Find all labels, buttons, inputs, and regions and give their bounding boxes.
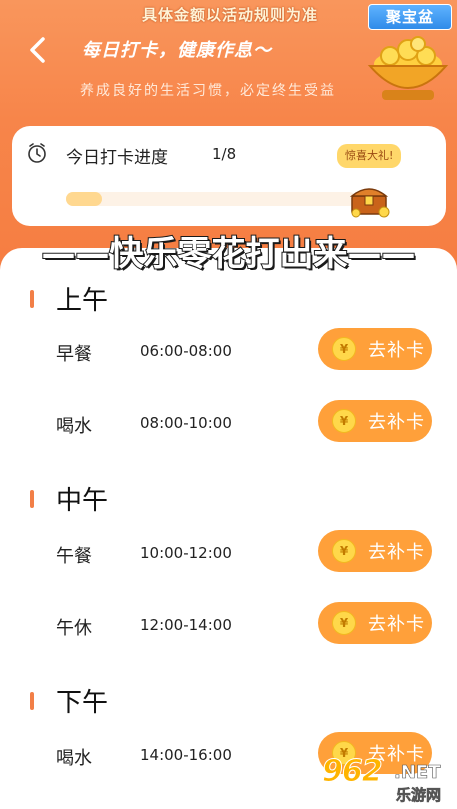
progress-track <box>66 192 356 206</box>
coin-icon: ¥ <box>332 409 356 433</box>
coin-icon: ¥ <box>332 611 356 635</box>
schedule-row: 早餐 06:00-08:00 ¥ 去补卡 <box>0 328 457 374</box>
section-title: 上午 <box>56 286 109 316</box>
watermark-number: 962 <box>322 754 384 790</box>
schedule-row: 午休 12:00-14:00 ¥ 去补卡 <box>0 602 457 648</box>
checkin-progress-card: 今日打卡进度 1/8 惊喜大礼! <box>12 126 446 226</box>
row-time: 12:00-14:00 <box>140 616 232 634</box>
row-name: 喝水 <box>56 748 92 769</box>
back-button[interactable] <box>22 34 54 66</box>
row-name: 午休 <box>56 618 92 639</box>
makeup-checkin-button[interactable]: ¥ 去补卡 <box>318 530 432 572</box>
section-accent-bar <box>30 489 34 508</box>
schedule-row: 喝水 08:00-10:00 ¥ 去补卡 <box>0 400 457 446</box>
site-watermark: 962 .NET 乐游网 <box>318 752 453 806</box>
treasure-bowl-label: 聚宝盆 <box>368 4 452 30</box>
button-label: 去补卡 <box>368 412 425 433</box>
schedule-row: 午餐 10:00-12:00 ¥ 去补卡 <box>0 530 457 576</box>
section-header-morning: 上午 <box>30 280 108 317</box>
section-title: 下午 <box>56 688 109 718</box>
section-accent-bar <box>30 289 34 308</box>
section-title: 中午 <box>56 486 109 516</box>
button-label: 去补卡 <box>368 614 425 635</box>
section-header-noon: 中午 <box>30 480 108 517</box>
schedule-list: 上午 早餐 06:00-08:00 ¥ 去补卡 喝水 08:00-10:00 ¥… <box>0 248 457 809</box>
row-name: 午餐 <box>56 546 92 567</box>
page-title: 每日打卡，健康作息～ <box>82 40 272 61</box>
clock-icon <box>28 143 46 163</box>
row-name: 早餐 <box>56 344 92 365</box>
watermark-net: .NET <box>394 762 441 784</box>
section-accent-bar <box>30 691 34 710</box>
section-header-afternoon: 下午 <box>30 682 108 719</box>
surprise-gift-bubble: 惊喜大礼! <box>337 144 402 168</box>
caption-banner: ——快乐零花打出来—— <box>41 233 417 275</box>
coin-icon: ¥ <box>332 337 356 361</box>
makeup-checkin-button[interactable]: ¥ 去补卡 <box>318 602 432 644</box>
row-time: 06:00-08:00 <box>140 342 232 360</box>
treasure-bowl-badge[interactable]: 聚宝盆 <box>356 0 457 106</box>
row-time: 10:00-12:00 <box>140 544 232 562</box>
watermark-cn: 乐游网 <box>396 786 442 805</box>
progress-fill <box>66 192 103 206</box>
row-time: 14:00-16:00 <box>140 746 232 764</box>
activity-rule-note: 具体金额以活动规则为准 <box>141 6 318 24</box>
coin-icon: ¥ <box>332 539 356 563</box>
button-label: 去补卡 <box>368 542 425 563</box>
row-name: 喝水 <box>56 416 92 437</box>
makeup-checkin-button[interactable]: ¥ 去补卡 <box>318 400 432 442</box>
page-subtitle: 养成良好的生活习惯，必定终生受益 <box>80 83 336 99</box>
chevron-left-icon <box>30 37 45 63</box>
progress-count: 1/8 <box>212 145 237 163</box>
makeup-checkin-button[interactable]: ¥ 去补卡 <box>318 328 432 370</box>
row-time: 08:00-10:00 <box>140 414 232 432</box>
button-label: 去补卡 <box>368 340 425 361</box>
treasure-chest-icon[interactable] <box>348 182 392 218</box>
progress-label: 今日打卡进度 <box>66 148 168 168</box>
